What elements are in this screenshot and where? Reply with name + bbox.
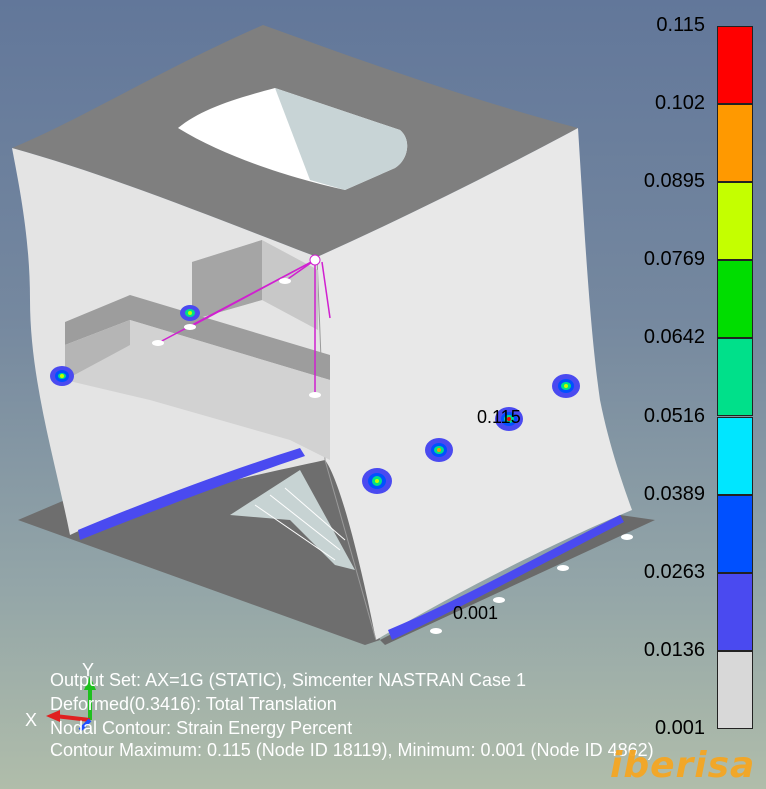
legend-label: 0.0516 (643, 404, 705, 427)
legend-label: 0.0895 (643, 170, 705, 193)
legend-swatch (717, 182, 753, 261)
legend-label: 0.0136 (643, 638, 705, 661)
info-contour-type: Nodal Contour: Strain Energy Percent (50, 718, 353, 738)
legend-label: 0.001 (654, 716, 705, 739)
max-value-annotation: 0.115 (477, 407, 521, 427)
legend-swatch (717, 572, 753, 651)
legend-swatch (717, 26, 753, 105)
axis-x-label: X (25, 710, 38, 730)
info-deformed: Deformed(0.3416): Total Translation (50, 694, 337, 714)
legend-label: 0.115 (656, 14, 705, 36)
legend-swatch (717, 104, 753, 183)
legend-label: 0.0263 (643, 560, 705, 583)
legend-swatch (717, 416, 753, 495)
legend-label: 0.0769 (643, 248, 705, 271)
info-output-set: Output Set: AX=1G (STATIC), Simcenter NA… (50, 670, 526, 690)
legend-label: 0.102 (654, 92, 705, 115)
legend-swatch (717, 260, 753, 339)
min-value-annotation: 0.001 (453, 603, 499, 623)
legend-swatch (717, 650, 753, 729)
legend-label: 0.0389 (643, 482, 705, 505)
legend-swatch (717, 494, 753, 573)
legend-swatch (717, 338, 753, 417)
info-contour-range: Contour Maximum: 0.115 (Node ID 18119), … (50, 740, 654, 760)
brand-watermark: iberisa (610, 745, 756, 786)
model-viewport[interactable]: 0.115 0.102 0.0895 0.0769 0.0642 0.0516 0.0389… (0, 0, 766, 789)
legend-label: 0.0642 (643, 326, 705, 349)
